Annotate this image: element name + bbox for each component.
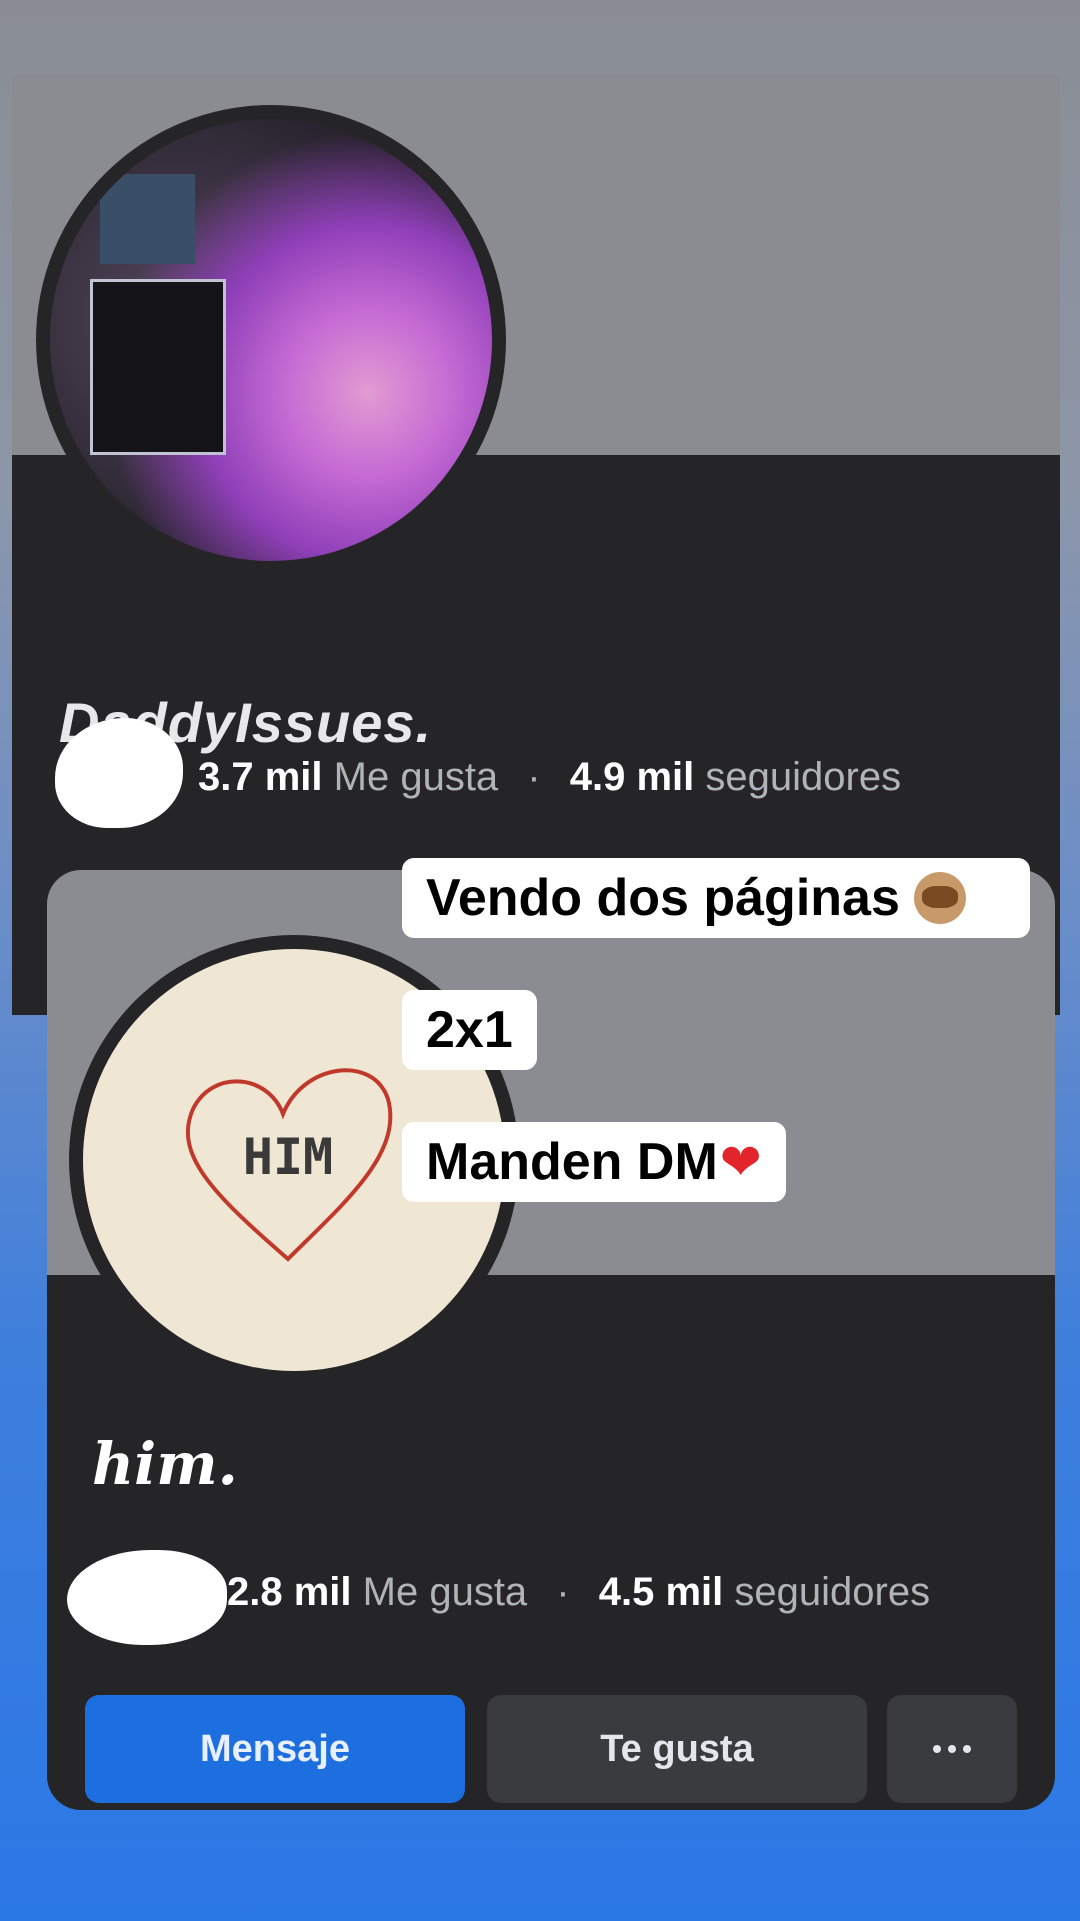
caption-offer: 2x1 xyxy=(402,990,537,1070)
followers-label: seguidores xyxy=(705,755,902,799)
caption-text: Manden DM xyxy=(426,1133,718,1191)
caption-dm: Manden DM ❤ xyxy=(402,1122,786,1202)
followers-label: seguidores xyxy=(734,1570,931,1614)
separator-dot: · xyxy=(556,1570,570,1614)
caption-text: Vendo dos páginas xyxy=(426,869,900,927)
separator-dot: · xyxy=(527,755,541,799)
heart-drawing-icon: HIM xyxy=(186,1068,393,1262)
see-no-evil-monkey-icon xyxy=(913,872,966,924)
more-button[interactable] xyxy=(887,1695,1017,1803)
page-stats: 3.7 mil Me gusta · 4.9 mil seguidores xyxy=(198,755,901,800)
more-horizontal-icon xyxy=(933,1745,971,1753)
page-card-him: HIM him. 2.8 mil Me gusta · 4.5 mil segu… xyxy=(47,870,1055,1810)
caption-text: 2x1 xyxy=(426,1001,513,1059)
red-heart-icon: ❤ xyxy=(719,1134,762,1190)
redaction-blob xyxy=(67,1550,227,1645)
likes-label: Me gusta xyxy=(333,755,499,799)
avatar-text: HIM xyxy=(243,1128,333,1186)
like-button[interactable]: Te gusta xyxy=(487,1695,867,1803)
page-stats: 2.8 mil Me gusta · 4.5 mil seguidores xyxy=(227,1570,930,1615)
message-button[interactable]: Mensaje xyxy=(85,1695,465,1803)
likes-count: 2.8 mil xyxy=(227,1570,352,1614)
page-title: him. xyxy=(92,1430,238,1498)
caption-sale: Vendo dos páginas xyxy=(402,858,1030,938)
followers-count: 4.9 mil xyxy=(569,755,695,799)
likes-count: 3.7 mil xyxy=(198,755,323,799)
profile-photo xyxy=(50,119,492,561)
followers-count: 4.5 mil xyxy=(598,1570,724,1614)
likes-label: Me gusta xyxy=(362,1570,528,1614)
profile-avatar[interactable] xyxy=(36,105,506,575)
